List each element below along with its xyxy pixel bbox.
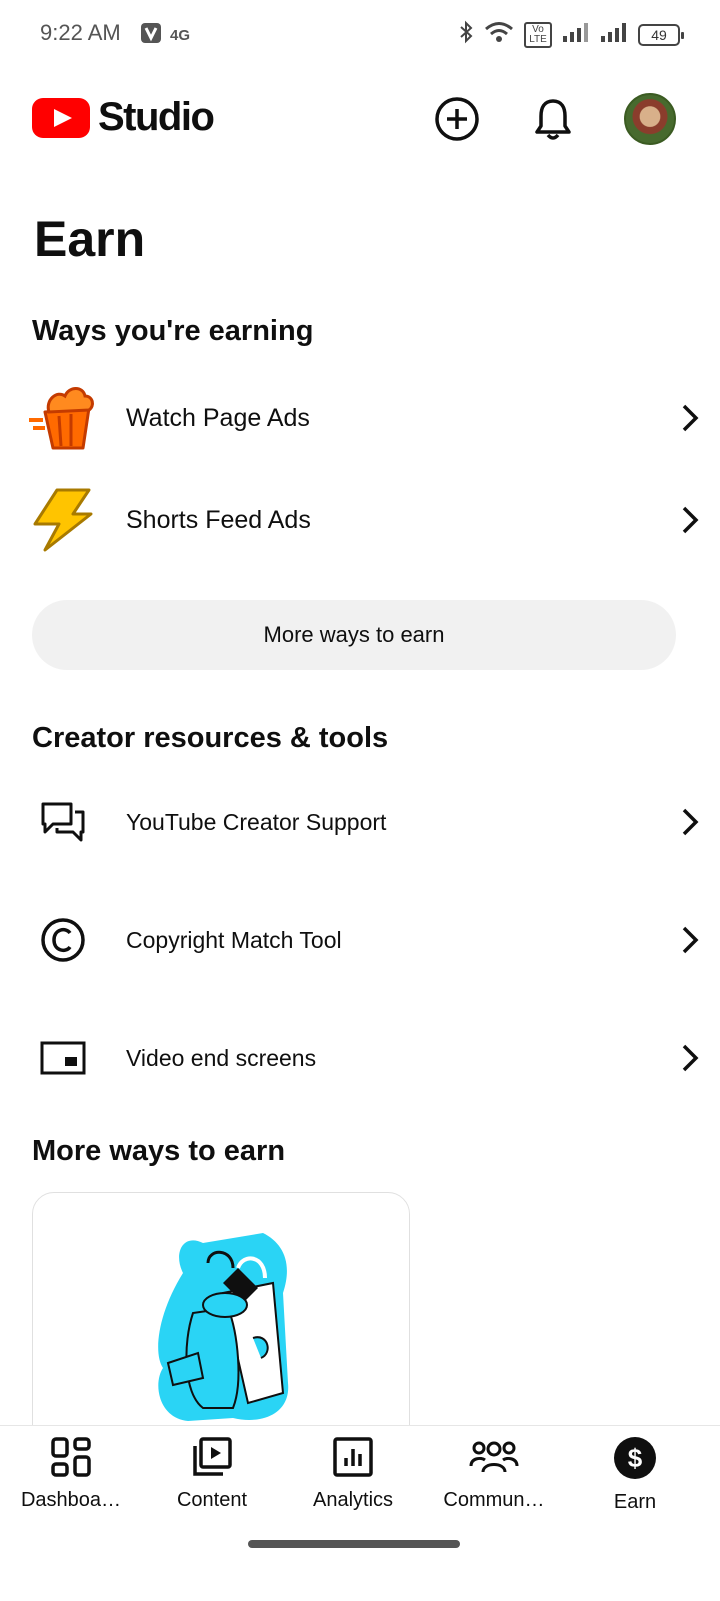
app-bar: Studio	[0, 85, 720, 155]
signal-icon	[562, 21, 590, 48]
youtube-play-icon	[32, 97, 90, 138]
popcorn-icon	[29, 387, 94, 450]
ways-earning-heading: Ways you're earning	[32, 315, 314, 347]
status-bar: 9:22 AM 4G Vo LTE 49	[0, 0, 720, 70]
creator-resources-heading: Creator resources & tools	[32, 722, 389, 754]
community-icon	[469, 1441, 519, 1473]
chevron-right-icon	[682, 808, 699, 836]
nav-content-label: Content	[176, 1489, 248, 1511]
chevron-right-icon	[682, 404, 699, 432]
nav-community-label: Commun…	[443, 1489, 545, 1511]
analytics-icon	[333, 1437, 373, 1477]
nav-analytics-label: Analytics	[312, 1489, 394, 1511]
dashboard-icon	[51, 1437, 91, 1477]
home-indicator[interactable]	[248, 1540, 460, 1548]
copyright-match-row[interactable]: Copyright Match Tool	[0, 904, 720, 976]
nav-analytics[interactable]: Analytics	[288, 1436, 418, 1512]
shorts-feed-ads-row[interactable]: Shorts Feed Ads	[0, 482, 720, 558]
logo-text: Studio	[98, 95, 215, 139]
create-button[interactable]	[432, 94, 482, 144]
nav-earn-label: Earn	[613, 1491, 657, 1513]
watch-page-ads-row[interactable]: Watch Page Ads	[0, 380, 720, 456]
signal-icon-2	[600, 21, 628, 48]
svg-text:$: $	[628, 1443, 643, 1473]
network-type: 4G	[170, 27, 191, 44]
app-notification-icon	[140, 22, 162, 49]
nav-community[interactable]: Commun…	[429, 1436, 559, 1512]
chevron-right-icon	[682, 926, 699, 954]
notifications-button[interactable]	[528, 94, 578, 144]
add-circle-icon	[435, 97, 479, 141]
chevron-right-icon	[682, 1044, 699, 1072]
nav-content[interactable]: Content	[147, 1436, 277, 1512]
account-avatar[interactable]	[624, 93, 676, 145]
lightning-icon	[33, 488, 93, 552]
video-end-screens-label: Video end screens	[126, 1044, 317, 1071]
dollar-icon: $	[614, 1437, 656, 1479]
status-time: 9:22 AM	[40, 20, 121, 45]
nav-dashboard-label: Dashboa…	[20, 1489, 122, 1511]
more-ways-heading: More ways to earn	[32, 1135, 286, 1167]
chat-bubbles-icon	[41, 802, 85, 842]
nav-dashboard[interactable]: Dashboa…	[6, 1436, 136, 1512]
volte-badge: Vo LTE	[524, 21, 552, 48]
more-ways-to-earn-button[interactable]: More ways to earn	[32, 600, 676, 670]
end-screen-icon	[40, 1041, 86, 1075]
creator-support-label: YouTube Creator Support	[126, 808, 387, 835]
battery-icon: 49	[638, 23, 684, 46]
watch-page-ads-label: Watch Page Ads	[126, 403, 310, 432]
youtube-studio-logo[interactable]: Studio	[32, 95, 215, 140]
creator-support-row[interactable]: YouTube Creator Support	[0, 786, 720, 858]
nav-earn[interactable]: $ Earn	[570, 1436, 700, 1514]
shorts-feed-ads-label: Shorts Feed Ads	[126, 505, 311, 534]
video-end-screens-row[interactable]: Video end screens	[0, 1022, 720, 1094]
copyright-match-label: Copyright Match Tool	[126, 926, 342, 953]
bluetooth-icon	[458, 20, 474, 49]
content-icon	[193, 1437, 232, 1476]
wifi-icon	[484, 20, 514, 49]
chevron-right-icon	[682, 506, 699, 534]
copyright-icon	[41, 918, 85, 962]
page-title: Earn	[34, 211, 146, 267]
bell-icon	[535, 99, 571, 140]
bottom-navigation: Dashboa… Content Analytics Commun… $ Ear…	[0, 1425, 720, 1601]
